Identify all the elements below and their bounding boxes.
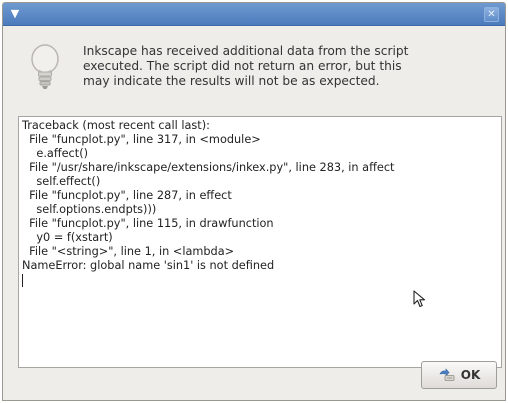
traceback-textview[interactable]: Traceback (most recent call last): File … bbox=[18, 116, 502, 368]
menu-arrow-icon[interactable]: ▼ bbox=[7, 7, 23, 21]
message-line: may indicate the results will not be as … bbox=[83, 74, 380, 88]
traceback-line: y0 = f(xstart) bbox=[22, 231, 113, 244]
titlebar[interactable]: ▼ ✕ bbox=[3, 3, 505, 26]
traceback-line: self.effect() bbox=[22, 175, 101, 188]
ok-icon bbox=[439, 368, 455, 381]
message-text: Inkscape has received additional data fr… bbox=[83, 44, 463, 89]
message-line: executed. The script did not return an e… bbox=[83, 59, 402, 73]
traceback-line: Traceback (most recent call last): bbox=[22, 119, 210, 132]
message-line: Inkscape has received additional data fr… bbox=[83, 44, 409, 58]
ok-button-label: OK bbox=[460, 368, 481, 382]
traceback-line: File "<string>", line 1, in <lambda> bbox=[22, 245, 235, 258]
lightbulb-icon bbox=[31, 44, 59, 89]
close-icon[interactable]: ✕ bbox=[484, 7, 499, 22]
traceback-line: File "funcplot.py", line 287, in effect bbox=[22, 189, 232, 202]
ok-button[interactable]: OK bbox=[421, 361, 497, 389]
traceback-line: File "/usr/share/inkscape/extensions/ink… bbox=[22, 161, 395, 174]
text-caret bbox=[22, 274, 23, 287]
dialog-window: ▼ ✕ Inkscape has received additional dat… bbox=[2, 2, 506, 401]
mouse-pointer-icon bbox=[413, 290, 426, 308]
traceback-line: NameError: global name 'sin1' is not def… bbox=[22, 259, 275, 272]
traceback-line: File "funcplot.py", line 317, in <module… bbox=[22, 133, 261, 146]
traceback-line: self.options.endpts))) bbox=[22, 203, 157, 216]
traceback-line: e.affect() bbox=[22, 147, 89, 160]
traceback-line: File "funcplot.py", line 115, in drawfun… bbox=[22, 217, 274, 230]
